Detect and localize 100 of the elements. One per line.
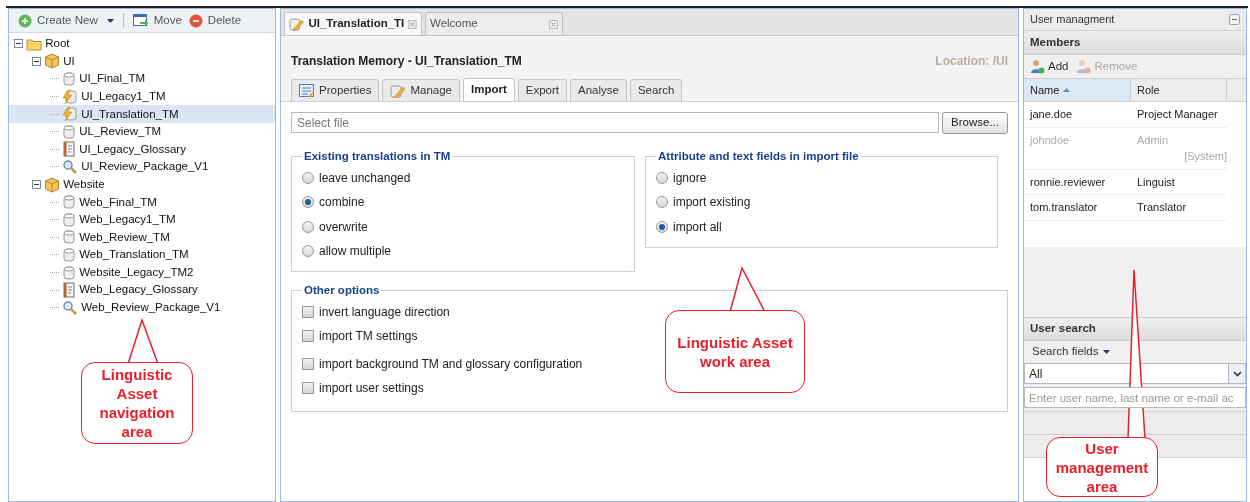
- radio-button[interactable]: [302, 196, 314, 208]
- column-header[interactable]: Name: [1024, 79, 1131, 101]
- tab[interactable]: Properties: [291, 79, 380, 101]
- delete-button[interactable]: Delete: [187, 11, 243, 30]
- box-icon: [44, 53, 61, 70]
- database-icon: [62, 123, 77, 140]
- box-icon: [44, 176, 61, 193]
- checkbox-label: import user settings: [319, 380, 424, 398]
- tab[interactable]: Import: [463, 78, 515, 101]
- tree-item[interactable]: Web_Review_TM: [79, 228, 170, 246]
- tree-item[interactable]: UL_Review_TM: [79, 123, 161, 141]
- magnifier-icon: [62, 158, 79, 175]
- tree-item[interactable]: UI_Legacy1_TM: [81, 87, 166, 106]
- column-header[interactable]: Role: [1131, 79, 1227, 101]
- tree-item[interactable]: Web_Legacy1_TM: [79, 211, 176, 229]
- book-icon: [62, 282, 77, 299]
- lightning-database-icon: [62, 88, 79, 105]
- close-icon[interactable]: [408, 19, 417, 29]
- browse-button[interactable]: Browse...: [942, 112, 1008, 134]
- tab[interactable]: Search: [629, 79, 683, 101]
- caret-icon: [106, 18, 114, 23]
- filter-dropdown[interactable]: All: [1024, 363, 1246, 384]
- radio-button[interactable]: [302, 245, 314, 257]
- group-title: Other options: [303, 283, 381, 299]
- collapse-icon[interactable]: [32, 56, 42, 66]
- callout: Linguistic Asset navigation area: [81, 362, 193, 444]
- close-icon[interactable]: [549, 19, 558, 29]
- database-icon: [62, 229, 77, 246]
- search-field[interactable]: Enter user name, last name or e-mail ac: [1024, 387, 1246, 408]
- table-cell-text: tom.translator: [1029, 200, 1099, 215]
- radio-label: import existing: [673, 194, 751, 211]
- table-cell-text: Translator: [1137, 200, 1188, 215]
- search-fields-button[interactable]: Search fields: [1032, 343, 1111, 361]
- document-tab[interactable]: Welcome: [425, 12, 563, 35]
- table-cell-text: Linguist: [1137, 174, 1176, 190]
- minus-icon: [188, 13, 203, 28]
- tree-item[interactable]: Website_Legacy_TM2: [79, 263, 194, 282]
- document-tab[interactable]: UI_Translation_TI: [284, 12, 422, 35]
- callout-pointer: [729, 265, 766, 313]
- radio-button[interactable]: [656, 171, 668, 184]
- database-icon: [62, 264, 77, 281]
- tab[interactable]: Analyse: [570, 79, 627, 101]
- radio-label: combine: [319, 194, 365, 211]
- tab[interactable]: Export: [517, 79, 567, 101]
- database-icon: [62, 194, 77, 211]
- table-cell-text: ronnie.reviewer: [1029, 174, 1107, 190]
- file-field[interactable]: Select file: [291, 112, 940, 133]
- collapse-icon[interactable]: [1229, 14, 1240, 25]
- plus-icon: [18, 13, 32, 28]
- tree-item[interactable]: Web_Legacy_Glossary: [79, 281, 198, 299]
- form-icon: [299, 83, 315, 98]
- radio-label: overwrite: [319, 218, 368, 236]
- chevron-down-icon: [1232, 370, 1242, 377]
- callout-pointer: [127, 317, 159, 365]
- location-label: Location: /UI: [935, 53, 1008, 70]
- lightning-database-icon: [62, 106, 79, 123]
- radio-label: allow multiple: [319, 243, 392, 260]
- tree-item[interactable]: Web_Translation_TM: [79, 246, 189, 264]
- tree-item[interactable]: Web_Final_TM: [79, 193, 157, 211]
- radio-button[interactable]: [656, 220, 668, 233]
- add-button[interactable]: Add: [1030, 57, 1069, 76]
- book-icon: [62, 141, 77, 158]
- checkbox[interactable]: [302, 382, 314, 395]
- move-icon: [132, 13, 149, 28]
- checkbox[interactable]: [302, 330, 314, 343]
- radio-label: import all: [673, 218, 722, 236]
- radio-button[interactable]: [302, 220, 314, 233]
- tree-item[interactable]: UI_Legacy_Glossary: [79, 140, 186, 158]
- radio-button[interactable]: [656, 196, 668, 208]
- checkbox-label: invert language direction: [319, 303, 450, 321]
- page-title: Translation Memory - UI_Translation_TM: [291, 53, 522, 70]
- callout: Linguistic Asset work area: [665, 310, 805, 393]
- tree-item[interactable]: Root: [45, 35, 70, 53]
- collapse-icon[interactable]: [32, 180, 42, 190]
- user-remove-icon: [1076, 59, 1092, 74]
- table-cell-text: johndoe: [1028, 132, 1071, 148]
- caret-icon: [1103, 350, 1111, 354]
- tree-item[interactable]: Web_Review_Package_V1: [81, 299, 221, 317]
- radio-button[interactable]: [302, 171, 314, 184]
- user-add-icon: [1030, 59, 1045, 74]
- group-title: Existing translations in TM: [303, 149, 452, 164]
- database-icon: [62, 71, 77, 87]
- database-icon: [62, 246, 77, 263]
- tree-item[interactable]: Website: [63, 175, 105, 194]
- tab[interactable]: Manage: [382, 79, 460, 101]
- table-cell-text: Admin: [1137, 132, 1170, 148]
- checkbox-label: import TM settings: [319, 328, 418, 346]
- checkbox[interactable]: [302, 305, 314, 318]
- callout: User management area: [1046, 437, 1158, 497]
- tree-item[interactable]: UI_Review_Package_V1: [81, 158, 209, 176]
- magnifier-icon: [62, 299, 79, 316]
- checkbox[interactable]: [302, 357, 314, 370]
- checkbox-label: import background TM and glossary configuration: [319, 355, 583, 373]
- tree-item[interactable]: UI_Final_TM: [79, 70, 145, 88]
- section-title: Members: [1030, 34, 1081, 50]
- collapse-icon[interactable]: [14, 39, 24, 49]
- section-title: User search: [1030, 321, 1096, 337]
- move-button[interactable]: Move: [131, 11, 183, 30]
- tree-item[interactable]: UI: [63, 52, 75, 70]
- create-button[interactable]: Create New: [17, 11, 115, 30]
